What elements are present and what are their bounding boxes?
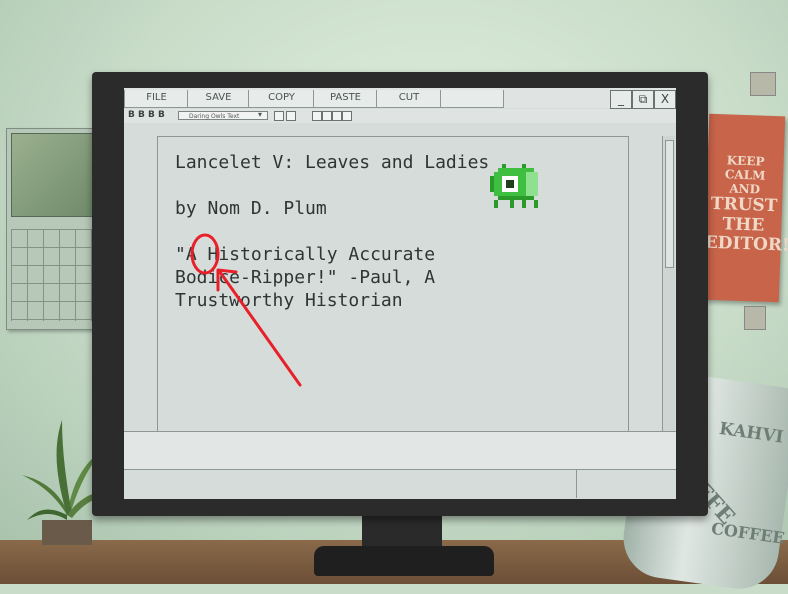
font-select[interactable]: Daring Owls Text	[178, 111, 268, 120]
format-button-italic[interactable]: B	[138, 110, 145, 120]
poster-text: KEEP CALM AND TRUST THE EDITOR!	[704, 153, 788, 257]
monitor-stand-base	[314, 546, 494, 576]
scroll-thumb[interactable]	[665, 140, 674, 268]
text-editor-window: FILE SAVE COPY PASTE CUT _ ⧉ X B B B B D…	[124, 88, 676, 499]
quote-line-2: Bodice-Ripper!" -Paul, A	[175, 267, 436, 288]
chevron-down-icon[interactable]: ▾	[258, 110, 262, 119]
mug-word-3: COFFEE	[710, 518, 786, 548]
file-menu-button[interactable]: FILE	[124, 90, 189, 108]
format-button-underline[interactable]: B	[148, 110, 155, 120]
poster-line-6: EDITOR!	[704, 233, 788, 257]
document-title: Lancelet V: Leaves and Ladies	[175, 152, 490, 173]
restore-button[interactable]: ⧉	[632, 90, 654, 109]
minimize-button[interactable]: _	[610, 90, 632, 109]
align-center-icon[interactable]	[322, 111, 332, 121]
sticky-note	[744, 306, 766, 330]
cut-button[interactable]: CUT	[376, 90, 442, 108]
align-justify-icon[interactable]	[342, 111, 352, 121]
empty-menu-button[interactable]	[440, 90, 504, 108]
document-author: by Nom D. Plum	[175, 198, 327, 219]
calendar-grid	[11, 229, 93, 321]
format-button-bold[interactable]: B	[128, 110, 135, 120]
format-button-strike[interactable]: B	[158, 110, 165, 120]
close-button[interactable]: X	[654, 90, 676, 109]
quote-line-1: "A Historically Accurate	[175, 244, 436, 265]
save-button[interactable]: SAVE	[187, 90, 250, 108]
vertical-scrollbar[interactable]	[662, 136, 675, 431]
green-bug-sprite[interactable]	[490, 163, 542, 213]
poster-line-4: TRUST	[710, 194, 778, 217]
wall-calendar	[6, 128, 98, 330]
color-box[interactable]	[286, 111, 296, 121]
align-right-icon[interactable]	[332, 111, 342, 121]
mug-word-1: KAHVI	[717, 418, 785, 448]
status-cell	[576, 470, 677, 498]
status-bar	[124, 469, 676, 499]
sticky-note	[750, 72, 776, 96]
lower-panel	[124, 431, 676, 470]
document-page[interactable]: Lancelet V: Leaves and Ladies by Nom D. …	[157, 136, 629, 433]
copy-button[interactable]: COPY	[248, 90, 315, 108]
paste-button[interactable]: PASTE	[313, 90, 378, 108]
calendar-photo	[11, 133, 95, 217]
keep-calm-poster: KEEP CALM AND TRUST THE EDITOR!	[702, 113, 788, 303]
align-left-icon[interactable]	[312, 111, 322, 121]
format-toolbar: B B B B Daring Owls Text ▾	[124, 109, 676, 123]
quote-line-3: Trustworthy Historian	[175, 290, 403, 311]
menu-bar: FILE SAVE COPY PASTE CUT _ ⧉ X	[124, 88, 676, 109]
font-size-box[interactable]	[274, 111, 284, 121]
